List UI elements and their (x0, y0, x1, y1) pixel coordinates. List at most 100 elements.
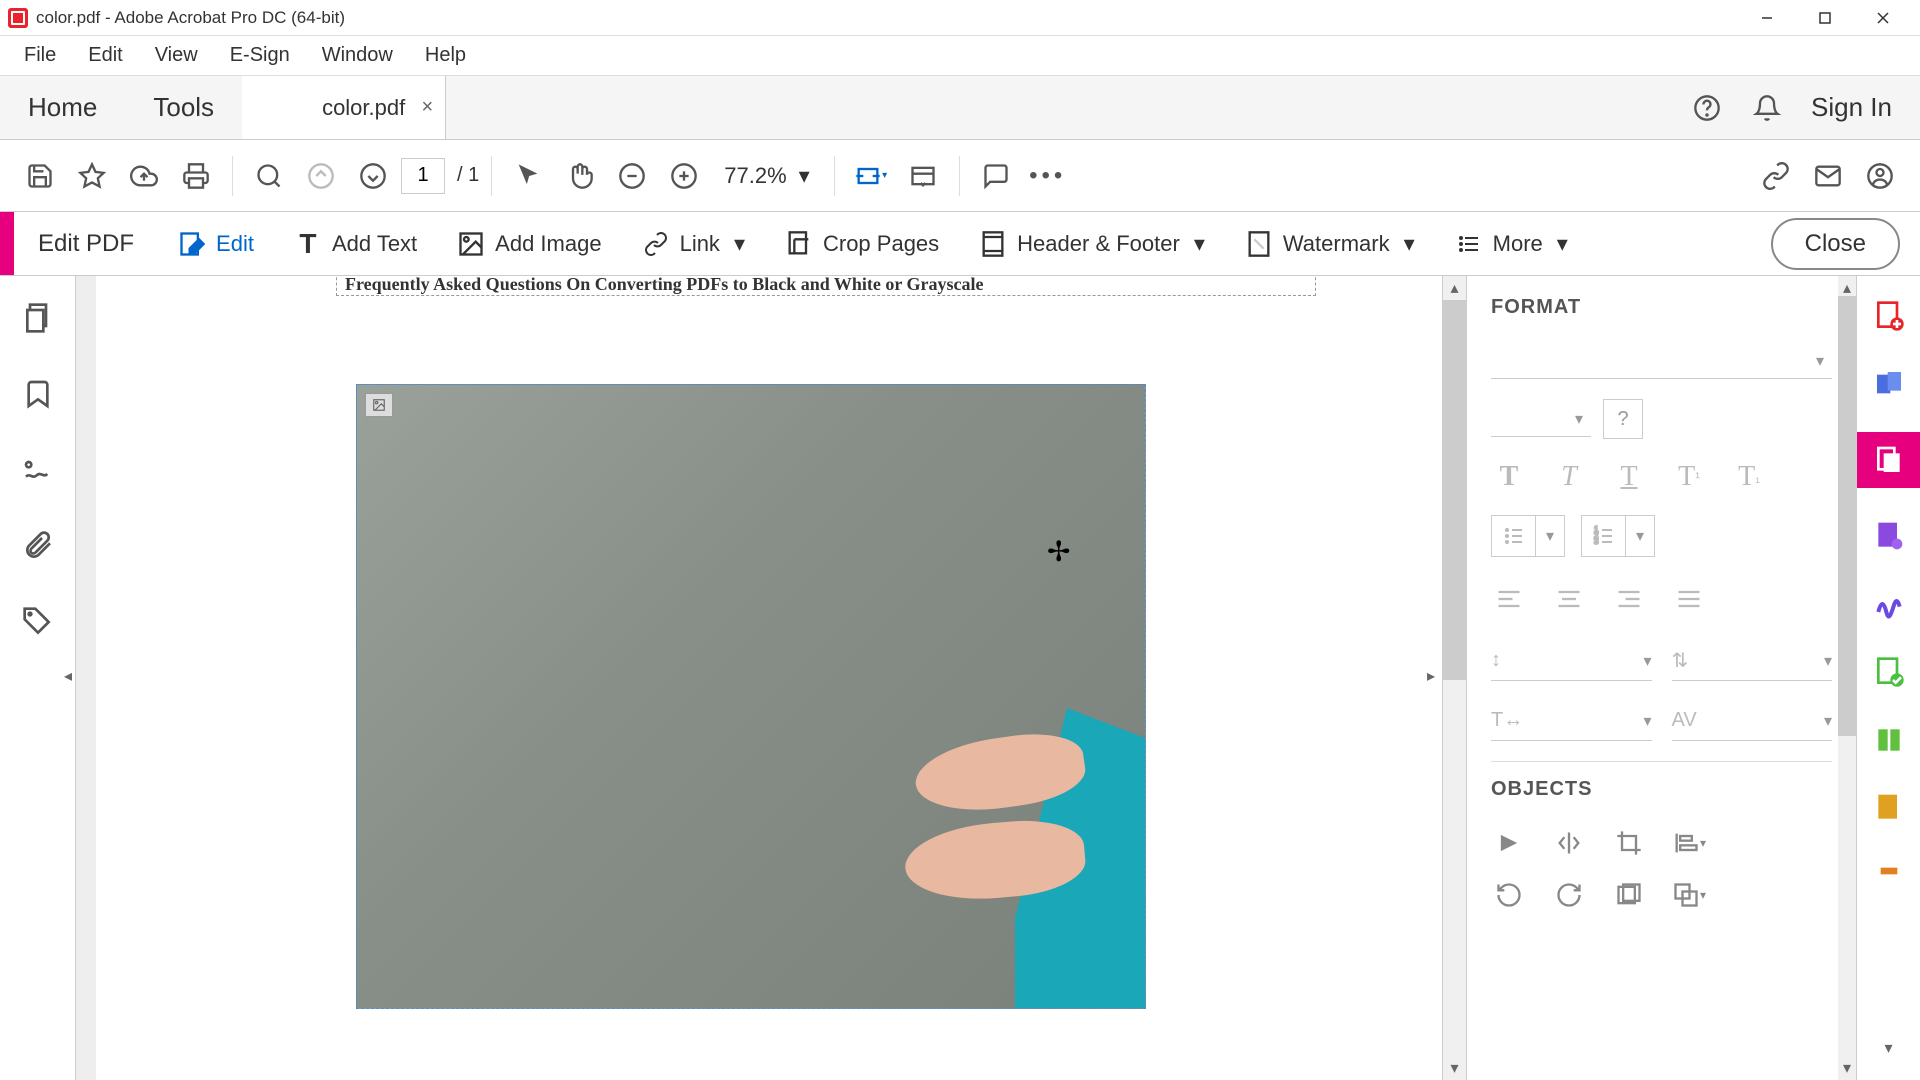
edit-pdf-tool-icon[interactable] (1857, 432, 1920, 488)
hand-icon[interactable] (556, 152, 604, 200)
chevron-down-icon[interactable]: ▾ (1626, 516, 1654, 556)
superscript-button[interactable]: T¹ (1671, 459, 1707, 495)
font-size-select[interactable]: ▾ (1491, 401, 1591, 437)
email-icon[interactable] (1804, 152, 1852, 200)
menu-edit[interactable]: Edit (72, 36, 138, 75)
minimize-button[interactable] (1738, 0, 1796, 36)
align-left-button[interactable] (1491, 581, 1527, 617)
align-center-button[interactable] (1551, 581, 1587, 617)
more-tools-icon[interactable]: ••• (1024, 152, 1072, 200)
flip-horizontal-button[interactable] (1551, 825, 1587, 861)
document-page[interactable]: Frequently Asked Questions On Converting… (96, 276, 1466, 1080)
close-window-button[interactable] (1854, 0, 1912, 36)
read-mode-icon[interactable] (899, 152, 947, 200)
sign-in-button[interactable]: Sign In (1811, 92, 1892, 123)
star-icon[interactable] (68, 152, 116, 200)
bullet-list-button[interactable]: ▾ (1491, 515, 1565, 557)
watermark-button[interactable]: Watermark ▾ (1225, 212, 1435, 275)
character-spacing-select[interactable]: AV ▾ (1672, 701, 1833, 741)
sign-icon[interactable] (1869, 584, 1909, 624)
align-objects-button[interactable]: ▾ (1671, 825, 1707, 861)
compress-icon[interactable] (1869, 720, 1909, 760)
close-edit-button[interactable]: Close (1771, 218, 1900, 270)
expand-tools-icon[interactable]: ▾ (1869, 1028, 1909, 1068)
line-spacing-select[interactable]: ↕ ▾ (1491, 641, 1652, 681)
align-justify-button[interactable] (1671, 581, 1707, 617)
document-image[interactable]: ✢ (356, 384, 1146, 1009)
next-page-icon[interactable] (349, 152, 397, 200)
replace-image-button[interactable] (1611, 877, 1647, 913)
tags-icon[interactable] (20, 604, 56, 640)
save-icon[interactable] (16, 152, 64, 200)
add-text-button[interactable]: T Add Text (274, 212, 437, 275)
fit-width-icon[interactable]: ▾ (847, 152, 895, 200)
arrange-button[interactable]: ▾ (1671, 877, 1707, 913)
bookmark-icon[interactable] (20, 376, 56, 412)
panel-scroll-thumb[interactable] (1838, 296, 1856, 736)
scroll-thumb[interactable] (1443, 300, 1466, 680)
prev-page-icon[interactable] (297, 152, 345, 200)
add-image-button[interactable]: Add Image (437, 212, 621, 275)
signatures-icon[interactable] (20, 452, 56, 488)
zoom-out-icon[interactable] (608, 152, 656, 200)
link-button[interactable]: Link ▾ (622, 212, 765, 275)
cloud-upload-icon[interactable] (120, 152, 168, 200)
chevron-down-icon[interactable]: ▾ (1536, 516, 1564, 556)
edit-button[interactable]: Edit (158, 212, 274, 275)
attachments-icon[interactable] (20, 528, 56, 564)
search-icon[interactable] (245, 152, 293, 200)
export-pdf-icon[interactable] (1869, 516, 1909, 556)
header-footer-button[interactable]: Header & Footer ▾ (959, 212, 1225, 275)
menu-esign[interactable]: E-Sign (214, 36, 306, 75)
menu-file[interactable]: File (8, 36, 72, 75)
document-heading-box[interactable]: Frequently Asked Questions On Converting… (336, 276, 1316, 296)
menu-window[interactable]: Window (306, 36, 409, 75)
expand-right-icon[interactable]: ▸ (1422, 656, 1440, 696)
italic-button[interactable]: T (1551, 459, 1587, 495)
tab-close-icon[interactable]: × (422, 96, 434, 119)
bold-button[interactable]: T (1491, 459, 1527, 495)
zoom-select[interactable]: 77.2% ▾ (712, 163, 821, 189)
crop-pages-button[interactable]: Crop Pages (765, 212, 959, 275)
flip-vertical-button[interactable] (1491, 825, 1527, 861)
scroll-down-icon[interactable]: ▾ (1443, 1056, 1466, 1080)
share-link-icon[interactable] (1752, 152, 1800, 200)
subscript-button[interactable]: T₁ (1731, 459, 1767, 495)
tab-tools[interactable]: Tools (125, 76, 242, 139)
paragraph-spacing-select[interactable]: ⇅ ▾ (1672, 641, 1833, 681)
format-help-icon[interactable]: ? (1603, 399, 1643, 439)
page-number-input[interactable] (401, 158, 445, 194)
menu-help[interactable]: Help (409, 36, 482, 75)
rotate-cw-button[interactable] (1551, 877, 1587, 913)
tab-home[interactable]: Home (0, 76, 125, 139)
panel-scrollbar[interactable]: ▴ ▾ (1838, 276, 1856, 1080)
collapse-left-icon[interactable]: ◂ (59, 656, 77, 696)
more-button[interactable]: More ▾ (1435, 212, 1588, 275)
menu-view[interactable]: View (139, 36, 214, 75)
document-scrollbar[interactable]: ▴ ▾ (1442, 276, 1466, 1080)
pointer-icon[interactable] (504, 152, 552, 200)
print-icon[interactable] (172, 152, 220, 200)
font-family-select[interactable]: ▾ (1491, 343, 1832, 379)
more-tools-icon[interactable] (1869, 856, 1909, 896)
pages-icon[interactable] (20, 300, 56, 336)
maximize-button[interactable] (1796, 0, 1854, 36)
horizontal-scale-select[interactable]: T↔ ▾ (1491, 701, 1652, 741)
rotate-ccw-button[interactable] (1491, 877, 1527, 913)
align-right-button[interactable] (1611, 581, 1647, 617)
profile-icon[interactable] (1856, 152, 1904, 200)
help-icon[interactable] (1691, 92, 1723, 124)
zoom-in-icon[interactable] (660, 152, 708, 200)
chevron-down-icon: ▾ (734, 231, 745, 257)
organize-icon[interactable] (1869, 652, 1909, 692)
protect-icon[interactable] (1869, 788, 1909, 828)
underline-button[interactable]: T (1611, 459, 1647, 495)
create-pdf-icon[interactable] (1869, 296, 1909, 336)
tab-document[interactable]: color.pdf × (242, 76, 446, 139)
crop-object-button[interactable] (1611, 825, 1647, 861)
comment-icon[interactable] (972, 152, 1020, 200)
combine-files-icon[interactable] (1869, 364, 1909, 404)
numbered-list-button[interactable]: 123 ▾ (1581, 515, 1655, 557)
scroll-up-icon[interactable]: ▴ (1443, 276, 1466, 300)
notifications-icon[interactable] (1751, 92, 1783, 124)
